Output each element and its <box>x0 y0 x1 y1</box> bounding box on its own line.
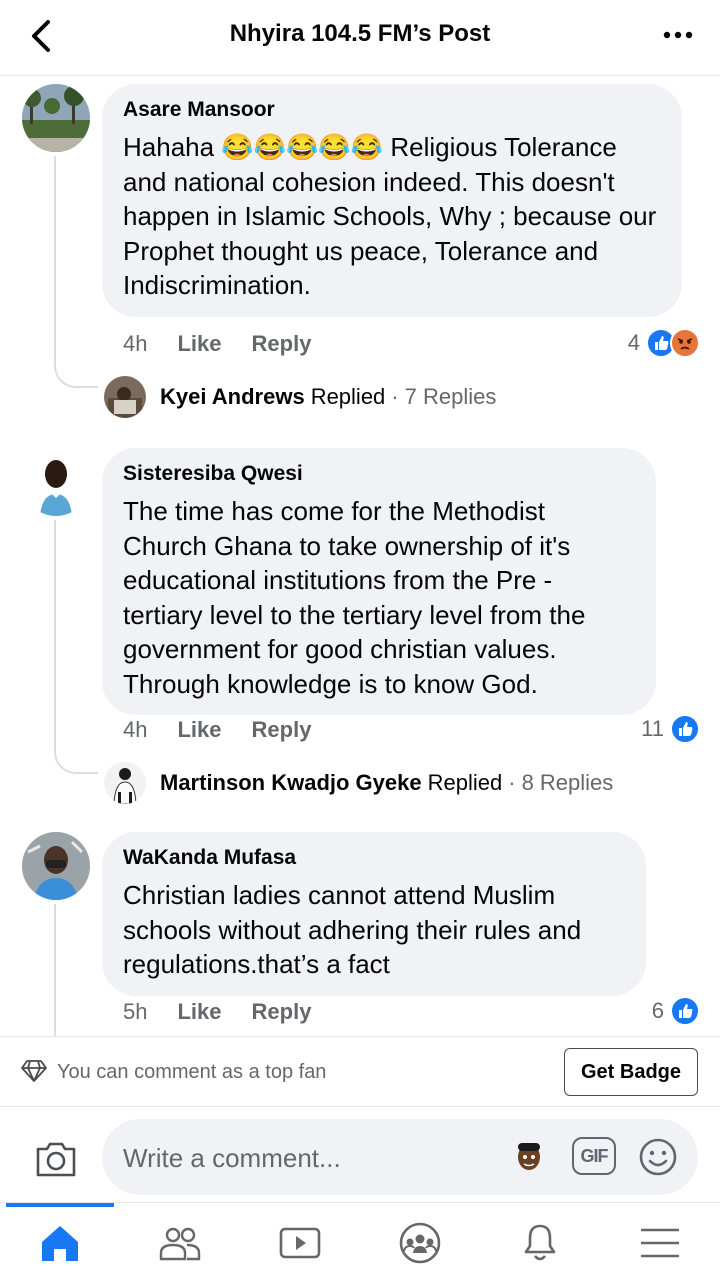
comment-time: 5h <box>123 999 148 1024</box>
avatar[interactable] <box>22 84 90 152</box>
comment-actions: 4h Like Reply <box>123 717 311 743</box>
comment-text: Hahaha 😂😂😂😂😂 Religious Tolerance and nat… <box>123 132 657 300</box>
camera-icon[interactable] <box>34 1139 78 1179</box>
comment-input[interactable]: Write a comment... GIF <box>102 1119 698 1195</box>
reply-count: 7 Replies <box>404 384 497 409</box>
comment-time: 4h <box>123 331 148 356</box>
avatar[interactable] <box>22 832 90 900</box>
reaction-count: 11 <box>641 716 664 741</box>
reply-count: 8 Replies <box>521 770 614 795</box>
reaction-summary[interactable]: 4 <box>628 328 700 358</box>
reply-avatar <box>104 762 146 804</box>
avatar-sticker-icon[interactable] <box>514 1141 544 1175</box>
separator-dot: · <box>508 770 516 795</box>
comment-author[interactable]: WaKanda Mufasa <box>123 846 624 870</box>
get-badge-button[interactable]: Get Badge <box>564 1048 698 1096</box>
diamond-icon <box>21 1060 47 1082</box>
view-replies[interactable]: Kyei Andrews Replied · 7 Replies <box>104 376 496 418</box>
reaction-count: 4 <box>627 330 640 355</box>
emoji-icon[interactable] <box>638 1137 678 1177</box>
like-button[interactable]: Like <box>177 999 221 1025</box>
bottom-navigation <box>0 1202 720 1280</box>
post-header: Nhyira 104.5 FM’s Post <box>0 0 720 76</box>
reply-author: Martinson Kwadjo Gyeke <box>160 770 422 795</box>
like-reaction-icon <box>670 714 700 744</box>
reaction-count: 6 <box>651 998 664 1023</box>
comment-actions: 4h Like Reply <box>123 331 311 357</box>
active-tab-indicator <box>6 1203 114 1207</box>
page-title: Nhyira 104.5 FM’s Post <box>229 20 491 47</box>
more-options-icon[interactable] <box>662 26 694 44</box>
watch-icon[interactable] <box>278 1221 322 1265</box>
groups-icon[interactable] <box>398 1221 442 1265</box>
thread-line <box>54 156 56 366</box>
friends-icon[interactable] <box>158 1221 202 1265</box>
thread-curve <box>54 738 98 774</box>
like-button[interactable]: Like <box>177 331 221 357</box>
notifications-icon[interactable] <box>518 1221 562 1265</box>
comment-bubble[interactable]: Sisteresiba Qwesi The time has come for … <box>102 448 656 715</box>
top-fan-bar: You can comment as a top fan Get Badge <box>0 1036 720 1106</box>
comment-text: The time has come for the Methodist Chur… <box>123 496 586 699</box>
comment-actions: 5h Like Reply <box>123 999 311 1025</box>
comment-author[interactable]: Asare Mansoor <box>123 98 660 122</box>
separator-dot: · <box>391 384 399 409</box>
comment-placeholder: Write a comment... <box>123 1143 341 1173</box>
comment-time: 4h <box>123 717 148 742</box>
menu-icon[interactable] <box>638 1221 682 1265</box>
gif-icon[interactable]: GIF <box>572 1137 616 1175</box>
thread-curve <box>54 352 98 388</box>
reaction-summary[interactable]: 11 <box>641 714 700 744</box>
reply-button[interactable]: Reply <box>252 999 312 1025</box>
avatar[interactable] <box>22 448 90 516</box>
top-fan-text: You can comment as a top fan <box>57 1061 327 1083</box>
angry-reaction-icon <box>670 328 700 358</box>
thread-line <box>54 520 56 752</box>
reply-button[interactable]: Reply <box>252 331 312 357</box>
reply-verb: Replied <box>310 384 386 409</box>
comment-author[interactable]: Sisteresiba Qwesi <box>123 462 634 486</box>
like-reaction-icon <box>670 996 700 1026</box>
reply-author: Kyei Andrews <box>160 384 305 409</box>
reply-verb: Replied <box>427 770 503 795</box>
comment-text: Christian ladies cannot attend Muslim sc… <box>123 880 582 979</box>
comment-bubble[interactable]: WaKanda Mufasa Christian ladies cannot a… <box>102 832 646 996</box>
comment-composer: Write a comment... GIF <box>0 1106 720 1202</box>
thread-line <box>54 904 56 1036</box>
reaction-summary[interactable]: 6 <box>652 996 700 1026</box>
reply-button[interactable]: Reply <box>252 717 312 743</box>
reply-avatar <box>104 376 146 418</box>
comment-list: Asare Mansoor Hahaha 😂😂😂😂😂 Religious Tol… <box>0 76 720 1036</box>
like-button[interactable]: Like <box>177 717 221 743</box>
view-replies[interactable]: Martinson Kwadjo Gyeke Replied · 8 Repli… <box>104 762 613 804</box>
comment-bubble[interactable]: Asare Mansoor Hahaha 😂😂😂😂😂 Religious Tol… <box>102 84 682 317</box>
home-icon[interactable] <box>38 1221 82 1265</box>
